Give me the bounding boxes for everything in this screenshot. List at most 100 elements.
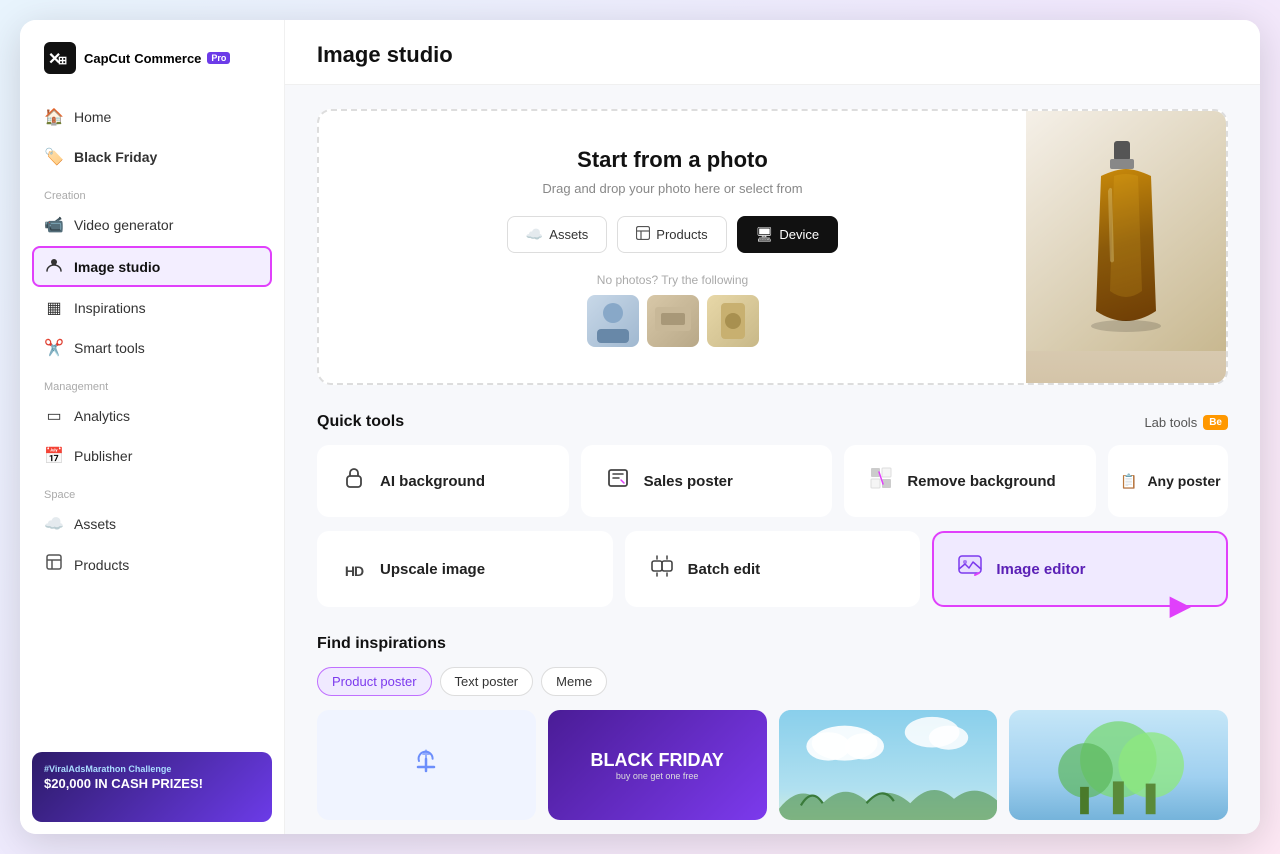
banner-tag: #ViralAdsMarathon Challenge — [44, 764, 260, 774]
promo-banner[interactable]: #ViralAdsMarathon Challenge $20,000 IN C… — [32, 752, 272, 822]
sidebar-item-inspirations[interactable]: ▦ Inspirations — [32, 289, 272, 327]
device-button[interactable]: 🖥 Device — [737, 216, 839, 253]
products-button[interactable]: Products — [617, 216, 726, 253]
sidebar-item-black-friday[interactable]: 🏷️ Black Friday — [32, 138, 272, 176]
sidebar-item-label: Inspirations — [74, 300, 146, 316]
logo: ✕ ⊞ CapCut Commerce Pro — [20, 20, 284, 94]
tool-batch-edit[interactable]: Batch edit — [625, 531, 921, 607]
main-header: Image studio — [285, 20, 1260, 85]
sidebar-item-smart-tools[interactable]: ✂️ Smart tools — [32, 329, 272, 367]
inspirations-section: Find inspirations Product poster Text po… — [317, 635, 1228, 820]
bf-text: black friday buy one get one free — [590, 750, 723, 781]
poster-icon — [604, 466, 632, 496]
sidebar-item-label: Assets — [74, 516, 116, 532]
image-studio-icon — [44, 255, 64, 278]
scissors-icon: ✂️ — [44, 338, 64, 358]
sidebar-item-label: Analytics — [74, 408, 130, 424]
suggestion-thumb-1[interactable] — [587, 295, 639, 347]
hero-suggestions: No photos? Try the following — [587, 273, 759, 347]
section-management: Management — [32, 369, 272, 397]
grid-icon — [636, 226, 650, 243]
tool-any-poster[interactable]: 📋 Any poster — [1108, 445, 1228, 517]
sidebar: ✕ ⊞ CapCut Commerce Pro 🏠 Home 🏷️ Black … — [20, 20, 285, 834]
page-title: Image studio — [317, 42, 1228, 68]
lab-tools-label: Lab tools — [1144, 415, 1197, 430]
any-poster-icon: 📋 — [1120, 473, 1137, 490]
svg-text:⊞: ⊞ — [58, 55, 67, 67]
filter-text-poster[interactable]: Text poster — [440, 667, 534, 696]
sidebar-item-label: Video generator — [74, 217, 173, 233]
hero-subtitle: Drag and drop your photo here or select … — [542, 181, 802, 196]
video-icon: 📹 — [44, 215, 64, 235]
tool-ai-background[interactable]: AI background — [317, 445, 569, 517]
tool-upscale-image[interactable]: HD Upscale image — [317, 531, 613, 607]
tool-label: Sales poster — [644, 473, 733, 490]
hero-left-panel: Start from a photo Drag and drop your ph… — [319, 111, 1026, 383]
banner-cash: $20,000 IN CASH PRIZES! — [44, 776, 260, 791]
batch-icon — [648, 554, 676, 584]
tool-label: Image editor — [996, 561, 1085, 578]
sidebar-item-assets[interactable]: ☁️ Assets — [32, 505, 272, 543]
tools-row-1: AI background Sales poster Remove backgr… — [317, 445, 1228, 517]
tool-label: Remove background — [907, 473, 1055, 490]
suggestion-thumb-2[interactable] — [647, 295, 699, 347]
inspiration-sky[interactable] — [779, 710, 998, 820]
inspiration-grid: black friday buy one get one free — [317, 710, 1228, 820]
products-label: Products — [656, 227, 707, 242]
cursor-pointer-icon: ▶ — [1170, 590, 1190, 621]
filter-product-poster[interactable]: Product poster — [317, 667, 432, 696]
sidebar-item-label: Image studio — [74, 259, 160, 275]
sidebar-nav: 🏠 Home 🏷️ Black Friday Creation 📹 Video … — [20, 94, 284, 740]
sidebar-item-video-generator[interactable]: 📹 Video generator — [32, 206, 272, 244]
tools-row-2: HD Upscale image Batch edit Image e — [317, 531, 1228, 607]
assets-button[interactable]: ☁️ Assets — [507, 216, 607, 253]
hero-product-image — [1026, 111, 1226, 383]
upload-icon — [406, 741, 446, 789]
tool-label: Any poster — [1147, 473, 1220, 489]
suggestion-thumb-3[interactable] — [707, 295, 759, 347]
filter-meme[interactable]: Meme — [541, 667, 607, 696]
logo-icon: ✕ ⊞ — [44, 42, 76, 74]
tag-icon: 🏷️ — [44, 147, 64, 167]
sidebar-item-analytics[interactable]: ▭ Analytics — [32, 397, 272, 435]
section-space: Space — [32, 477, 272, 505]
home-icon: 🏠 — [44, 107, 64, 127]
hd-icon: HD — [340, 556, 368, 582]
cloud-icon: ☁️ — [44, 514, 64, 534]
grid-icon: ▦ — [44, 298, 64, 318]
products-icon — [44, 554, 64, 575]
sidebar-item-label: Publisher — [74, 448, 132, 464]
analytics-icon: ▭ — [44, 406, 64, 426]
section-creation: Creation — [32, 178, 272, 206]
inspirations-header: Find inspirations — [317, 635, 1228, 653]
inspiration-plants[interactable] — [1009, 710, 1228, 820]
tool-sales-poster[interactable]: Sales poster — [581, 445, 833, 517]
sidebar-item-label: Products — [74, 557, 129, 573]
logo-text: CapCut Commerce Pro — [84, 51, 230, 66]
quick-tools-title: Quick tools — [317, 413, 404, 431]
sidebar-item-image-studio[interactable]: Image studio — [32, 246, 272, 287]
tool-label: AI background — [380, 473, 485, 490]
tool-image-editor[interactable]: Image editor ▶ — [932, 531, 1228, 607]
tool-label: Upscale image — [380, 561, 485, 578]
remove-bg-icon — [867, 466, 895, 496]
sidebar-item-products[interactable]: Products — [32, 545, 272, 584]
image-editor-icon — [956, 553, 984, 585]
suggestion-thumbnails — [587, 295, 759, 347]
hero-title: Start from a photo — [577, 147, 768, 173]
beta-badge: Be — [1203, 415, 1228, 430]
tool-remove-background[interactable]: Remove background — [844, 445, 1096, 517]
monitor-icon: 🖥 — [756, 226, 774, 243]
sidebar-item-label: Smart tools — [74, 340, 145, 356]
sidebar-item-home[interactable]: 🏠 Home — [32, 98, 272, 136]
publisher-icon: 📅 — [44, 446, 64, 466]
sidebar-item-label: Black Friday — [74, 149, 157, 165]
sidebar-item-label: Home — [74, 109, 111, 125]
inspiration-upload-card[interactable] — [317, 710, 536, 820]
quick-tools-header: Quick tools Lab tools Be — [317, 413, 1228, 431]
inspiration-black-friday[interactable]: black friday buy one get one free — [548, 710, 767, 820]
sidebar-item-publisher[interactable]: 📅 Publisher — [32, 437, 272, 475]
app-window: ✕ ⊞ CapCut Commerce Pro 🏠 Home 🏷️ Black … — [20, 20, 1260, 834]
tool-label: Batch edit — [688, 561, 761, 578]
no-photos-label: No photos? Try the following — [587, 273, 759, 287]
